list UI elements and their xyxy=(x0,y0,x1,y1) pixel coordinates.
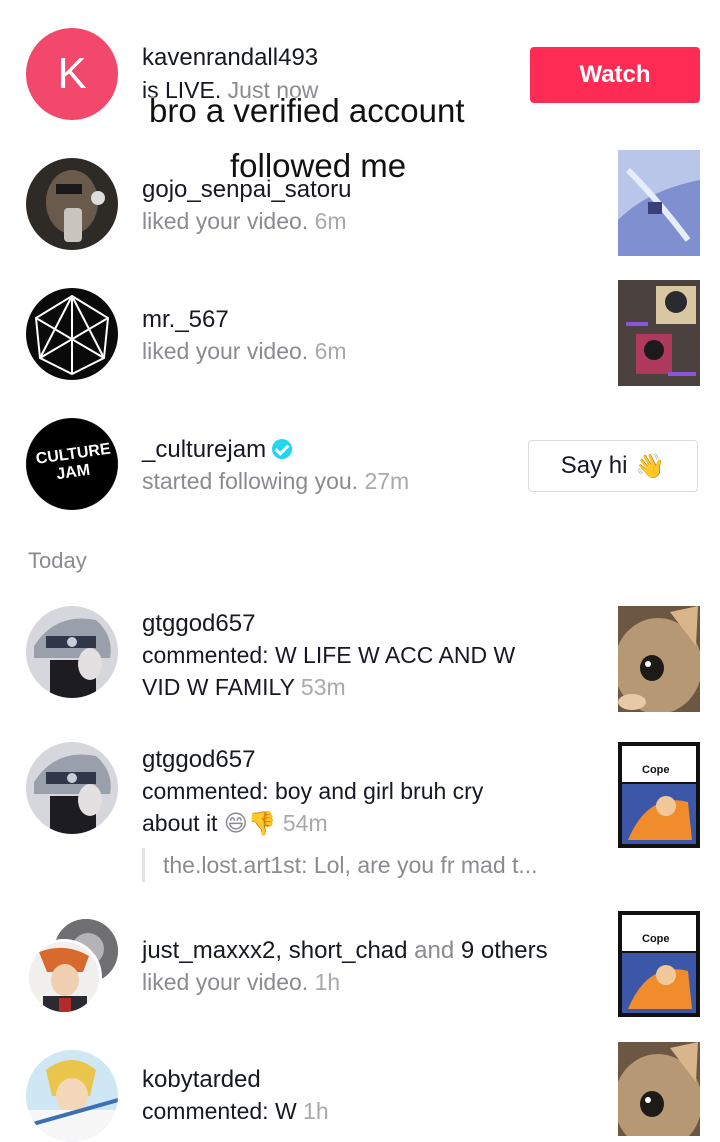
usernames: just_maxxx2, short_chad and 9 others xyxy=(142,937,548,965)
username-row: _culturejam xyxy=(142,436,293,464)
avatar[interactable] xyxy=(26,1050,118,1142)
video-thumbnail[interactable] xyxy=(618,280,700,386)
emoji-icons: 😄👎 xyxy=(223,810,277,836)
overlay-caption-line-2: followed me xyxy=(230,147,407,184)
username[interactable]: mr._567 xyxy=(142,306,229,334)
stacked-avatars[interactable] xyxy=(26,919,120,1015)
comment-text: VID W FAMILY xyxy=(142,674,295,700)
avatar[interactable] xyxy=(26,606,118,698)
notification-text: started following you. 27m xyxy=(142,468,409,495)
notification-comment[interactable]: kobytarded commented: W 1h xyxy=(0,1040,720,1142)
video-thumbnail[interactable] xyxy=(618,606,700,712)
action-text: liked your video. xyxy=(142,208,309,234)
timestamp: 54m xyxy=(282,810,328,836)
verified-badge-icon xyxy=(272,439,293,459)
avatar[interactable]: K xyxy=(26,28,118,120)
avatar[interactable]: CULTURE JAM xyxy=(26,418,118,510)
notification-follow[interactable]: CULTURE JAM _culturejam started followin… xyxy=(0,400,720,530)
section-header-today: Today xyxy=(28,548,87,573)
wave-hand-icon: 👋 xyxy=(635,452,666,480)
separator: and xyxy=(407,937,461,964)
avatar-logo-text: CULTURE JAM xyxy=(34,440,112,484)
comment-line-2: VID W FAMILY 53m xyxy=(142,674,346,701)
notification-text: commented: W 1h xyxy=(142,1098,329,1125)
notification-like-group[interactable]: just_maxxx2, short_chad and 9 others lik… xyxy=(0,905,720,1035)
username[interactable]: gtggod657 xyxy=(142,610,255,638)
comment-line-1: commented: W LIFE W ACC AND W xyxy=(142,642,516,668)
thumbnail-caption: Cope xyxy=(642,764,670,776)
video-thumbnail[interactable] xyxy=(618,150,700,256)
notification-comment[interactable]: gtggod657 commented: W LIFE W ACC AND W … xyxy=(0,600,720,730)
timestamp: 6m xyxy=(314,338,347,364)
video-thumbnail[interactable]: Cope xyxy=(618,911,700,1017)
avatar[interactable] xyxy=(26,158,118,250)
notification-text: liked your video. 6m xyxy=(142,208,347,235)
video-thumbnail[interactable]: Cope xyxy=(618,742,700,848)
say-hi-button[interactable]: Say hi 👋 xyxy=(528,440,698,492)
comment-line-1: commented: boy and girl bruh cry xyxy=(142,778,484,804)
timestamp: 1h xyxy=(303,1098,329,1124)
comment-text: commented: W xyxy=(142,1098,297,1124)
username[interactable]: kobytarded xyxy=(142,1066,261,1094)
reply-preview[interactable]: the.lost.art1st: Lol, are you fr mad t..… xyxy=(142,848,538,882)
avatar[interactable] xyxy=(26,742,118,834)
timestamp: 27m xyxy=(364,468,410,494)
thumbnail-caption: Cope xyxy=(642,933,670,945)
video-thumbnail[interactable] xyxy=(618,1042,700,1136)
action-text: liked your video. xyxy=(142,338,309,364)
overlay-caption-line-1: bro a verified account xyxy=(149,92,465,129)
avatar[interactable] xyxy=(26,288,118,380)
timestamp: 6m xyxy=(314,208,347,234)
username[interactable]: just_maxxx2 xyxy=(142,937,275,964)
avatar xyxy=(26,939,102,1015)
timestamp: 53m xyxy=(300,674,346,700)
username[interactable]: kavenrandall493 xyxy=(142,44,318,72)
separator: , xyxy=(275,937,289,964)
timestamp: 1h xyxy=(314,969,341,995)
notification-text: liked your video. 6m xyxy=(142,338,347,365)
notification-like[interactable]: mr._567 liked your video. 6m xyxy=(0,270,720,400)
username[interactable]: gtggod657 xyxy=(142,746,255,774)
username[interactable]: short_chad xyxy=(289,937,408,964)
action-text: liked your video. xyxy=(142,969,309,995)
say-hi-label: Say hi xyxy=(560,452,628,479)
comment-line-2: about it 😄👎 54m xyxy=(142,810,328,837)
action-text: started following you. xyxy=(142,468,359,494)
username[interactable]: _culturejam xyxy=(142,436,266,463)
watch-button[interactable]: Watch xyxy=(530,47,700,103)
comment-text: about it xyxy=(142,810,218,836)
notification-text: liked your video. 1h xyxy=(142,969,340,996)
avatar-letter: K xyxy=(57,49,87,98)
others-count[interactable]: 9 others xyxy=(461,937,548,964)
